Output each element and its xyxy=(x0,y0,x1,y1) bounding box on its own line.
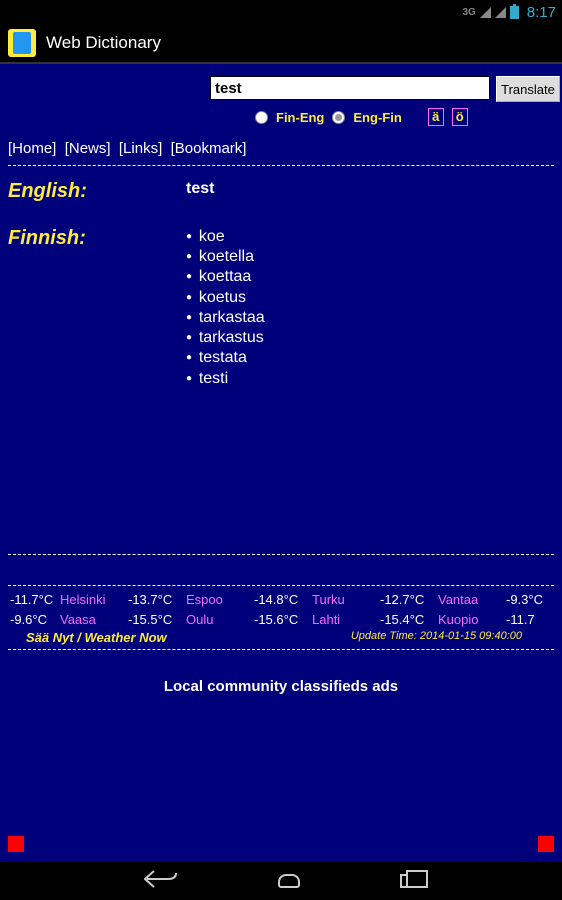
classifieds-heading: Local community classifieds ads xyxy=(0,678,562,695)
city[interactable]: Vaasa xyxy=(60,610,128,630)
divider xyxy=(8,554,554,555)
signal-icon xyxy=(495,7,506,18)
city[interactable]: Vantaa xyxy=(438,590,506,610)
weather-row: -11.7°C Helsinki -13.7°C Espoo -14.8°C T… xyxy=(8,590,554,610)
android-nav-bar xyxy=(0,862,562,900)
nav-news[interactable]: [News] xyxy=(65,140,111,157)
nav-links[interactable]: [Links] xyxy=(119,140,162,157)
main-content: Translate Fin-Eng Eng-Fin ä ö [Home] [Ne… xyxy=(0,64,562,862)
temp: -11.7°C xyxy=(8,590,60,610)
red-marker-right[interactable] xyxy=(538,836,554,852)
status-time: 8:17 xyxy=(527,4,556,21)
home-icon[interactable] xyxy=(278,874,300,888)
list-item: tarkastus xyxy=(186,328,265,348)
recent-apps-icon[interactable] xyxy=(400,874,418,888)
label-english: English: xyxy=(8,180,186,203)
signal-icon xyxy=(480,7,491,18)
label-fin-eng: Fin-Eng xyxy=(276,110,324,125)
network-3g-icon: 3G xyxy=(462,7,475,18)
list-item: testata xyxy=(186,348,265,368)
temp: -13.7°C xyxy=(128,590,186,610)
list-item: koetella xyxy=(186,247,265,267)
weather-title: Sää Nyt / Weather Now xyxy=(10,630,167,645)
red-marker-left[interactable] xyxy=(8,836,24,852)
list-item: tarkastaa xyxy=(186,308,265,328)
translate-button[interactable]: Translate xyxy=(496,76,560,102)
temp: -15.5°C xyxy=(128,610,186,630)
char-o-umlaut-button[interactable]: ö xyxy=(452,108,468,126)
nav-home[interactable]: [Home] xyxy=(8,140,56,157)
city[interactable]: Turku xyxy=(312,590,380,610)
weather-update-time: Update Time: 2014-01-15 09:40:00 xyxy=(351,630,552,645)
weather-row: -9.6°C Vaasa -15.5°C Oulu -15.6°C Lahti … xyxy=(8,610,554,630)
radio-fin-eng[interactable] xyxy=(255,111,268,124)
list-item: koe xyxy=(186,227,265,247)
char-a-umlaut-button[interactable]: ä xyxy=(428,108,444,126)
radio-eng-fin[interactable] xyxy=(332,111,345,124)
city[interactable]: Kuopio xyxy=(438,610,506,630)
label-eng-fin: Eng-Fin xyxy=(353,110,401,125)
temp: -15.6°C xyxy=(254,610,312,630)
list-item: testi xyxy=(186,369,265,389)
result-english: test xyxy=(186,180,214,203)
temp: -15.4°C xyxy=(380,610,438,630)
app-title: Web Dictionary xyxy=(46,33,161,53)
label-finnish: Finnish: xyxy=(8,227,186,389)
list-item: koettaa xyxy=(186,267,265,287)
city[interactable]: Lahti xyxy=(312,610,380,630)
temp: -12.7°C xyxy=(380,590,438,610)
divider xyxy=(8,165,554,166)
list-item: koetus xyxy=(186,288,265,308)
temp: -11.7 xyxy=(506,610,562,630)
nav-bookmark[interactable]: [Bookmark] xyxy=(171,140,247,157)
back-icon[interactable] xyxy=(144,870,178,893)
temp: -14.8°C xyxy=(254,590,312,610)
city[interactable]: Helsinki xyxy=(60,590,128,610)
title-bar: Web Dictionary xyxy=(0,24,562,64)
search-input[interactable] xyxy=(210,76,490,100)
city[interactable]: Espoo xyxy=(186,590,254,610)
result-finnish-list: koe koetella koettaa koetus tarkastaa ta… xyxy=(186,227,265,389)
temp: -9.6°C xyxy=(8,610,60,630)
city[interactable]: Oulu xyxy=(186,610,254,630)
battery-icon xyxy=(510,6,519,19)
app-icon xyxy=(8,29,36,57)
nav-links: [Home] [News] [Links] [Bookmark] xyxy=(0,126,562,161)
weather-widget: -11.7°C Helsinki -13.7°C Espoo -14.8°C T… xyxy=(8,585,554,650)
temp: -9.3°C xyxy=(506,590,562,610)
status-bar: 3G 8:17 xyxy=(0,0,562,24)
